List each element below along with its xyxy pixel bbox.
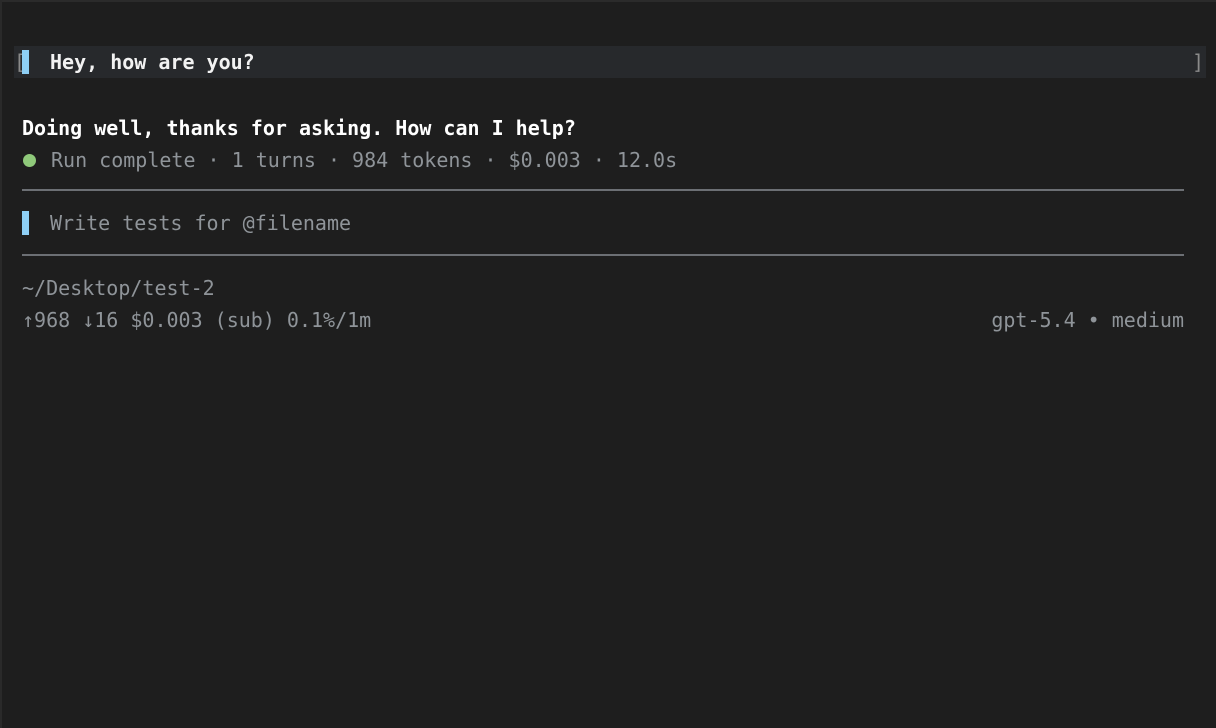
prompt-input[interactable]	[50, 208, 1170, 238]
right-bracket-icon: ]	[1191, 50, 1204, 74]
user-message-accent-bar	[22, 50, 29, 74]
token-usage-stats: ↑968 ↓16 $0.003 (sub) 0.1%/1m	[22, 308, 372, 332]
input-divider-top	[22, 189, 1184, 191]
input-divider-bottom	[22, 254, 1184, 256]
prompt-input-row[interactable]	[22, 208, 1184, 238]
assistant-message-text: Doing well, thanks for asking. How can I…	[22, 116, 576, 140]
model-indicator: gpt-5.4 • medium	[991, 308, 1184, 332]
user-message-text: Hey, how are you?	[50, 50, 255, 74]
input-cursor-accent-bar	[22, 211, 29, 235]
working-directory: ~/Desktop/test-2	[22, 276, 215, 300]
run-status-line: Run complete · 1 turns · 984 tokens · $0…	[22, 146, 677, 174]
run-status-text: Run complete · 1 turns · 984 tokens · $0…	[51, 148, 678, 172]
status-complete-dot-icon	[23, 153, 36, 167]
window-left-edge	[0, 0, 2, 728]
window-top-edge	[0, 0, 1216, 2]
user-message-block: [ Hey, how are you? ]	[14, 46, 1206, 78]
